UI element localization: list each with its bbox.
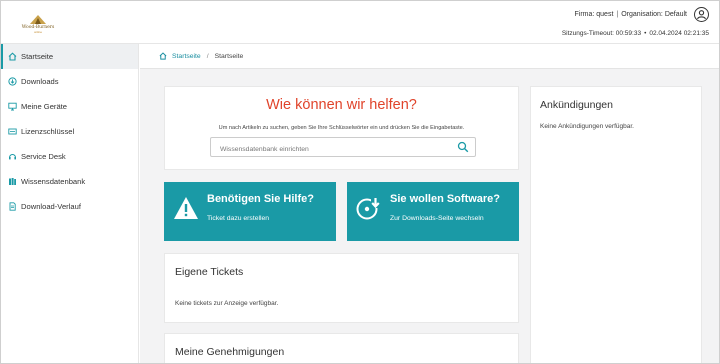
user-icon [697, 10, 706, 20]
tile-title: Sie wollen Software? [390, 193, 501, 205]
sidebar-nav: Startseite Downloads Meine Geräte Lizenz… [1, 44, 139, 363]
announcements-title: Ankündigungen [540, 99, 613, 111]
sidebar-item-label: Meine Geräte [21, 102, 68, 111]
key-icon [7, 127, 17, 137]
company-logo[interactable]: Wood-Burners online [14, 5, 62, 41]
user-account-button[interactable] [694, 7, 709, 22]
search-input[interactable] [211, 140, 451, 159]
sidebar-item-service-desk[interactable]: Service Desk [1, 144, 138, 169]
breadcrumb-separator: / [206, 52, 209, 60]
service-desk-icon [7, 152, 17, 162]
sidebar-item-startseite[interactable]: Startseite [1, 44, 138, 69]
my-tickets-card: Eigene Tickets Keine tickets zur Anzeige… [164, 253, 519, 323]
empty-state-text: Keine tickets zur Anzeige verfügbar. [175, 300, 279, 307]
my-approvals-card: Meine Genehmigungen [164, 333, 519, 363]
download-icon [7, 77, 17, 87]
document-icon [7, 202, 17, 212]
card-title: Meine Genehmigungen [175, 346, 285, 358]
top-header: Wood-Burners online Firma: quest | Organis… [1, 1, 719, 44]
tile-title: Benötigen Sie Hilfe? [207, 193, 314, 205]
logo-flame-icon [30, 14, 46, 24]
separator-dot: • [644, 30, 647, 37]
firm-label: Firma: quest [574, 11, 614, 18]
warning-icon [174, 197, 198, 219]
need-help-tile[interactable]: Benötigen Sie Hilfe? Ticket dazu erstell… [164, 182, 336, 241]
search-icon[interactable] [457, 141, 469, 153]
main-content: Startseite / Startseite Wie können wir h… [140, 44, 719, 363]
sidebar-item-downloads[interactable]: Downloads [1, 69, 138, 94]
hero-title: Wie können wir helfen? [266, 97, 417, 113]
monitor-icon [7, 102, 17, 112]
sidebar-item-label: Wissensdatenbank [21, 177, 86, 186]
tile-subtitle: Zur Downloads-Seite wechseln [390, 215, 484, 222]
tile-subtitle: Ticket dazu erstellen [207, 215, 270, 222]
hero-subtitle: Um nach Artikeln zu suchen, geben Sie Ih… [218, 125, 465, 131]
sidebar-item-label: Service Desk [21, 152, 66, 161]
account-info: Firma: quest | Organisation: Default [575, 11, 688, 18]
sidebar-item-label: Downloads [21, 77, 59, 86]
organisation-label: Organisation: Default [621, 11, 687, 18]
breadcrumb: Startseite / Startseite [140, 44, 719, 69]
current-datetime: 02.04.2024 02:21:35 [649, 30, 709, 37]
announcements-panel: Ankündigungen Keine Ankündigungen verfüg… [530, 86, 702, 363]
home-icon [7, 52, 17, 62]
search-box [210, 137, 476, 159]
session-info: Sitzungs-Timeout: 00:59:33 • 02.04.2024 02… [562, 30, 709, 37]
sidebar-item-lizenzschluessel[interactable]: Lizenzschlüssel [1, 119, 138, 144]
disc-download-icon [356, 197, 380, 220]
sidebar-item-meine-geraete[interactable]: Meine Geräte [1, 94, 138, 119]
want-software-tile[interactable]: Sie wollen Software? Zur Downloads-Seite… [347, 182, 519, 241]
divider: | [616, 11, 619, 18]
logo-subtext: online [33, 29, 42, 34]
sidebar-item-label: Lizenzschlüssel [21, 127, 75, 136]
breadcrumb-home-link[interactable]: Startseite [172, 53, 201, 60]
empty-state-text: Keine Ankündigungen verfügbar. [540, 123, 634, 130]
app-window: Wood-Burners online Firma: quest | Organis… [0, 0, 720, 364]
session-timeout: Sitzungs-Timeout: 00:59:33 [561, 30, 642, 37]
breadcrumb-home-icon[interactable] [159, 52, 167, 60]
help-search-panel: Wie können wir helfen? Um nach Artikeln … [164, 86, 519, 170]
card-title: Eigene Tickets [175, 266, 244, 278]
sidebar-item-label: Startseite [21, 52, 54, 61]
sidebar-item-wissensdatenbank[interactable]: Wissensdatenbank [1, 169, 138, 194]
books-icon [7, 177, 17, 187]
breadcrumb-current: Startseite [214, 52, 244, 60]
sidebar-item-label: Download-Verlauf [21, 202, 81, 211]
sidebar-item-download-verlauf[interactable]: Download-Verlauf [1, 194, 138, 219]
